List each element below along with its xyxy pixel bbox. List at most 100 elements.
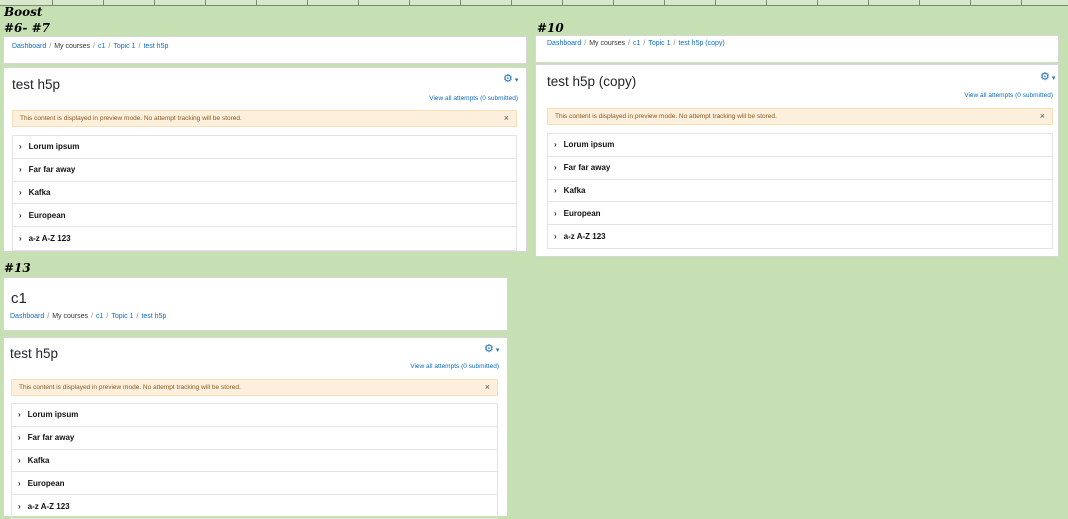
settings-menu-button[interactable]: ⚙ ▾ (503, 72, 518, 85)
accordion-item[interactable]: › Lorum ipsum (13, 136, 516, 159)
alert-text: This content is displayed in preview mod… (20, 115, 242, 122)
chevron-right-icon: › (19, 187, 22, 197)
top-strip (0, 0, 1068, 6)
breadcrumb-dashboard[interactable]: Dashboard (12, 43, 46, 50)
breadcrumb-panel: Dashboard / My courses / c1/Topic 1/test h5p… (535, 35, 1059, 63)
close-icon[interactable]: × (485, 380, 490, 395)
accordion-item[interactable]: › Far far away (548, 157, 1052, 180)
breadcrumb-separator: / (91, 313, 93, 320)
accordion-item-label: Kafka (27, 455, 50, 465)
chevron-right-icon: › (19, 165, 22, 175)
accordion-item-label: European (563, 208, 601, 218)
breadcrumb-course[interactable]: c1 (633, 40, 640, 47)
accordion-item[interactable]: › Far far away (13, 159, 516, 182)
breadcrumb-panel: Dashboard / My courses / c1/Topic 1/test h5p (3, 36, 527, 64)
accordion-item-label: Far far away (27, 433, 75, 443)
accordion-item[interactable]: › Kafka (13, 182, 516, 205)
gear-icon: ⚙ (484, 343, 494, 355)
breadcrumb-separator: / (584, 40, 587, 47)
gear-icon: ⚙ (503, 73, 513, 85)
breadcrumb-topic[interactable]: Topic 1 (113, 43, 135, 50)
content-panel: test h5p ⚙ ▾ View all attempts (0 submitt… (3, 337, 508, 519)
chevron-right-icon: › (554, 140, 557, 150)
breadcrumb-activity[interactable]: test h5p (141, 313, 166, 320)
accordion-item[interactable]: › Far far away (12, 427, 497, 450)
alert-text: This content is displayed in preview mod… (555, 113, 777, 120)
accordion-item-label: Lorum ipsum (28, 142, 80, 152)
chevron-right-icon: › (554, 208, 557, 218)
accordion-item[interactable]: › Lorum ipsum (12, 404, 497, 427)
breadcrumb-my-courses: My courses (52, 313, 88, 320)
breadcrumb-separator: / (138, 43, 141, 50)
breadcrumb: Dashboard / My courses / c1/Topic 1/test h5p (12, 43, 168, 50)
accordion: › Lorum ipsum › Far far away › Kafka › Europ… (547, 133, 1053, 249)
accordion-item-label: Lorum ipsum (27, 410, 79, 420)
view-attempts-link[interactable]: View all attempts (0 submitted) (429, 95, 518, 102)
accordion-item[interactable]: › European (12, 472, 497, 496)
section-label: #10 (537, 21, 564, 35)
settings-menu-button[interactable]: ⚙ ▾ (484, 342, 499, 355)
chevron-right-icon: › (19, 142, 22, 152)
breadcrumb-separator: / (106, 313, 109, 320)
preview-alert: This content is displayed in preview mod… (11, 379, 498, 396)
accordion-item[interactable]: › Kafka (12, 450, 497, 473)
breadcrumb-activity[interactable]: test h5p (143, 43, 168, 50)
accordion-item-label: Lorum ipsum (563, 140, 615, 150)
breadcrumb-dashboard[interactable]: Dashboard (547, 40, 581, 47)
breadcrumb-topic[interactable]: Topic 1 (111, 313, 133, 320)
breadcrumb-course[interactable]: c1 (96, 313, 103, 320)
accordion: › Lorum ipsum › Far far away › Kafka › Europ… (12, 135, 517, 251)
breadcrumb-activity[interactable]: test h5p (copy) (678, 40, 724, 47)
accordion-item-label: a-z A-Z 123 (27, 502, 70, 512)
accordion-item-label: Far far away (28, 165, 76, 175)
theme-label: Boost (4, 5, 43, 19)
course-header-panel: c1 Dashboard / My courses / c1/Topic 1/test … (3, 277, 508, 331)
breadcrumb-separator: / (136, 313, 139, 320)
accordion-item[interactable]: › a-z A-Z 123 (13, 227, 516, 250)
accordion-item[interactable]: › a-z A-Z 123 (548, 225, 1052, 248)
chevron-right-icon: › (19, 234, 22, 244)
view-attempts-link[interactable]: View all attempts (0 submitted) (964, 92, 1053, 99)
breadcrumb-dashboard[interactable]: Dashboard (10, 313, 44, 320)
alert-text: This content is displayed in preview mod… (19, 384, 241, 391)
breadcrumb-my-courses: My courses (54, 43, 90, 50)
accordion-item[interactable]: › Lorum ipsum (548, 134, 1052, 157)
close-icon[interactable]: × (1040, 109, 1045, 124)
page-title: test h5p (copy) (547, 74, 637, 89)
preview-alert: This content is displayed in preview mod… (12, 110, 517, 127)
chevron-right-icon: › (18, 433, 21, 443)
breadcrumb-separator: / (93, 43, 95, 50)
accordion-item[interactable]: › European (13, 204, 516, 228)
accordion-item[interactable]: › a-z A-Z 123 (12, 495, 497, 518)
close-icon[interactable]: × (504, 111, 509, 126)
accordion-item-label: Kafka (28, 187, 51, 197)
breadcrumb: Dashboard / My courses / c1/Topic 1/test h5p (10, 313, 166, 320)
breadcrumb-separator: / (628, 40, 630, 47)
view-attempts-link[interactable]: View all attempts (0 submitted) (410, 363, 499, 370)
course-title: c1 (11, 290, 27, 307)
accordion-item-label: a-z A-Z 123 (28, 234, 71, 244)
content-panel: test h5p (copy) ⚙ ▾ View all attempts (0 … (535, 64, 1059, 257)
accordion-item[interactable]: › Kafka (548, 180, 1052, 203)
caret-down-icon: ▾ (514, 77, 519, 84)
caret-down-icon: ▾ (1051, 75, 1056, 82)
preview-alert: This content is displayed in preview mod… (547, 108, 1053, 125)
breadcrumb-separator: / (108, 43, 111, 50)
caret-down-icon: ▾ (495, 347, 500, 354)
accordion-item[interactable]: › European (548, 202, 1052, 226)
chevron-right-icon: › (19, 210, 22, 220)
breadcrumb-topic[interactable]: Topic 1 (648, 40, 670, 47)
content-panel: test h5p ⚙ ▾ View all attempts (0 submitt… (3, 67, 527, 252)
chevron-right-icon: › (18, 455, 21, 465)
breadcrumb-my-courses: My courses (589, 40, 625, 47)
breadcrumb-separator: / (673, 40, 676, 47)
page-title: test h5p (12, 77, 61, 92)
breadcrumb-course[interactable]: c1 (98, 43, 105, 50)
page-title: test h5p (10, 346, 59, 361)
accordion-item-label: Kafka (563, 185, 586, 195)
accordion-item-label: European (28, 210, 66, 220)
accordion-item-label: Far far away (563, 163, 611, 173)
chevron-right-icon: › (554, 232, 557, 242)
accordion-item-label: a-z A-Z 123 (563, 232, 606, 242)
settings-menu-button[interactable]: ⚙ ▾ (1040, 70, 1055, 83)
